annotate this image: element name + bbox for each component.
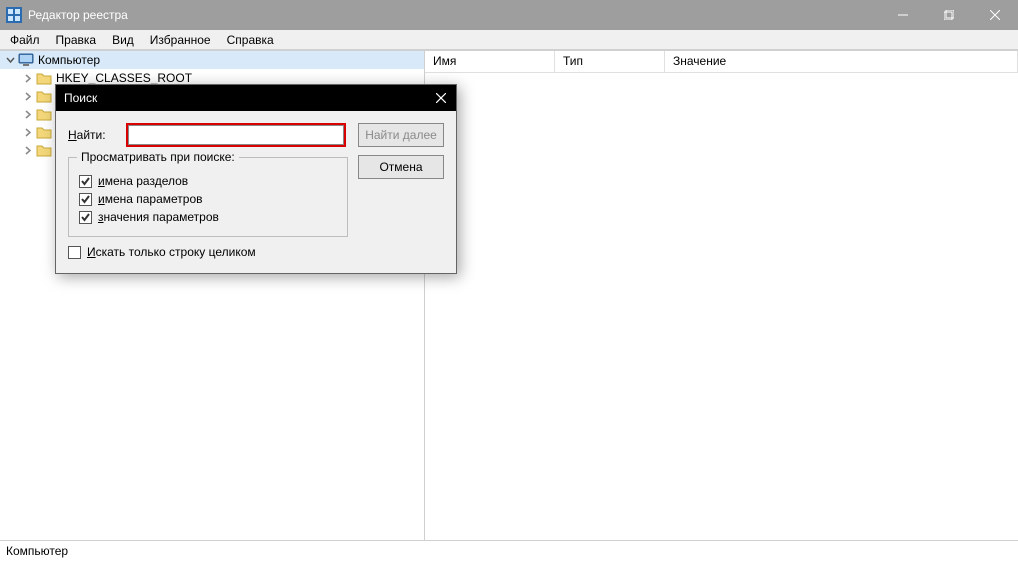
checkbox-values[interactable] [79, 193, 92, 206]
folder-icon [36, 70, 52, 86]
folder-icon [36, 88, 52, 104]
window-controls [880, 0, 1018, 30]
menu-view[interactable]: Вид [104, 31, 142, 49]
checkbox-keys-label[interactable]: имена разделов [98, 174, 188, 188]
checkbox-whole-string[interactable] [68, 246, 81, 259]
menu-favorites[interactable]: Избранное [142, 31, 219, 49]
folder-icon [36, 106, 52, 122]
checkbox-values-label[interactable]: имена параметров [98, 192, 203, 206]
column-header-value[interactable]: Значение [665, 51, 1018, 72]
chevron-right-icon[interactable] [22, 110, 34, 119]
column-header-type[interactable]: Тип [555, 51, 665, 72]
find-label: Найти: [68, 128, 126, 142]
checkbox-data-label[interactable]: значения параметров [98, 210, 219, 224]
tree-root-label: Компьютер [38, 53, 100, 67]
checkbox-whole-string-label[interactable]: Искать только строку целиком [87, 245, 256, 259]
menu-edit[interactable]: Правка [48, 31, 105, 49]
window-titlebar: Редактор реестра [0, 0, 1018, 30]
column-header-name[interactable]: Имя [425, 51, 555, 72]
menu-file[interactable]: Файл [2, 31, 48, 49]
menu-help[interactable]: Справка [219, 31, 282, 49]
find-next-button[interactable]: Найти далее [358, 123, 444, 147]
tree-root-computer[interactable]: Компьютер [0, 51, 424, 69]
checkbox-data[interactable] [79, 211, 92, 224]
maximize-button[interactable] [926, 0, 972, 30]
dialog-title: Поиск [64, 91, 426, 105]
cancel-button[interactable]: Отмена [358, 155, 444, 179]
checkbox-keys[interactable] [79, 175, 92, 188]
regedit-icon [6, 7, 22, 23]
chevron-right-icon[interactable] [22, 92, 34, 101]
folder-icon [36, 124, 52, 140]
find-dialog: Поиск Найти: Просматривать при поиске: [55, 84, 457, 274]
look-at-legend: Просматривать при поиске: [77, 150, 239, 164]
tree-node-label: HKEY_CLASSES_ROOT [56, 71, 192, 85]
minimize-button[interactable] [880, 0, 926, 30]
look-at-group: Просматривать при поиске: имена разделов… [68, 157, 348, 237]
close-button[interactable] [972, 0, 1018, 30]
status-path: Компьютер [6, 544, 68, 558]
statusbar: Компьютер [0, 540, 1018, 560]
list-pane[interactable]: Имя Тип Значение [425, 51, 1018, 540]
search-input-highlight [126, 123, 346, 147]
computer-icon [18, 52, 34, 68]
dialog-close-button[interactable] [426, 85, 456, 111]
chevron-right-icon[interactable] [22, 74, 34, 83]
search-input[interactable] [128, 125, 344, 145]
dialog-titlebar[interactable]: Поиск [56, 85, 456, 111]
menubar: Файл Правка Вид Избранное Справка [0, 30, 1018, 50]
list-header: Имя Тип Значение [425, 51, 1018, 73]
chevron-right-icon[interactable] [22, 128, 34, 137]
folder-icon [36, 142, 52, 158]
window-title: Редактор реестра [28, 8, 880, 22]
chevron-right-icon[interactable] [22, 146, 34, 155]
chevron-down-icon[interactable] [4, 56, 16, 65]
